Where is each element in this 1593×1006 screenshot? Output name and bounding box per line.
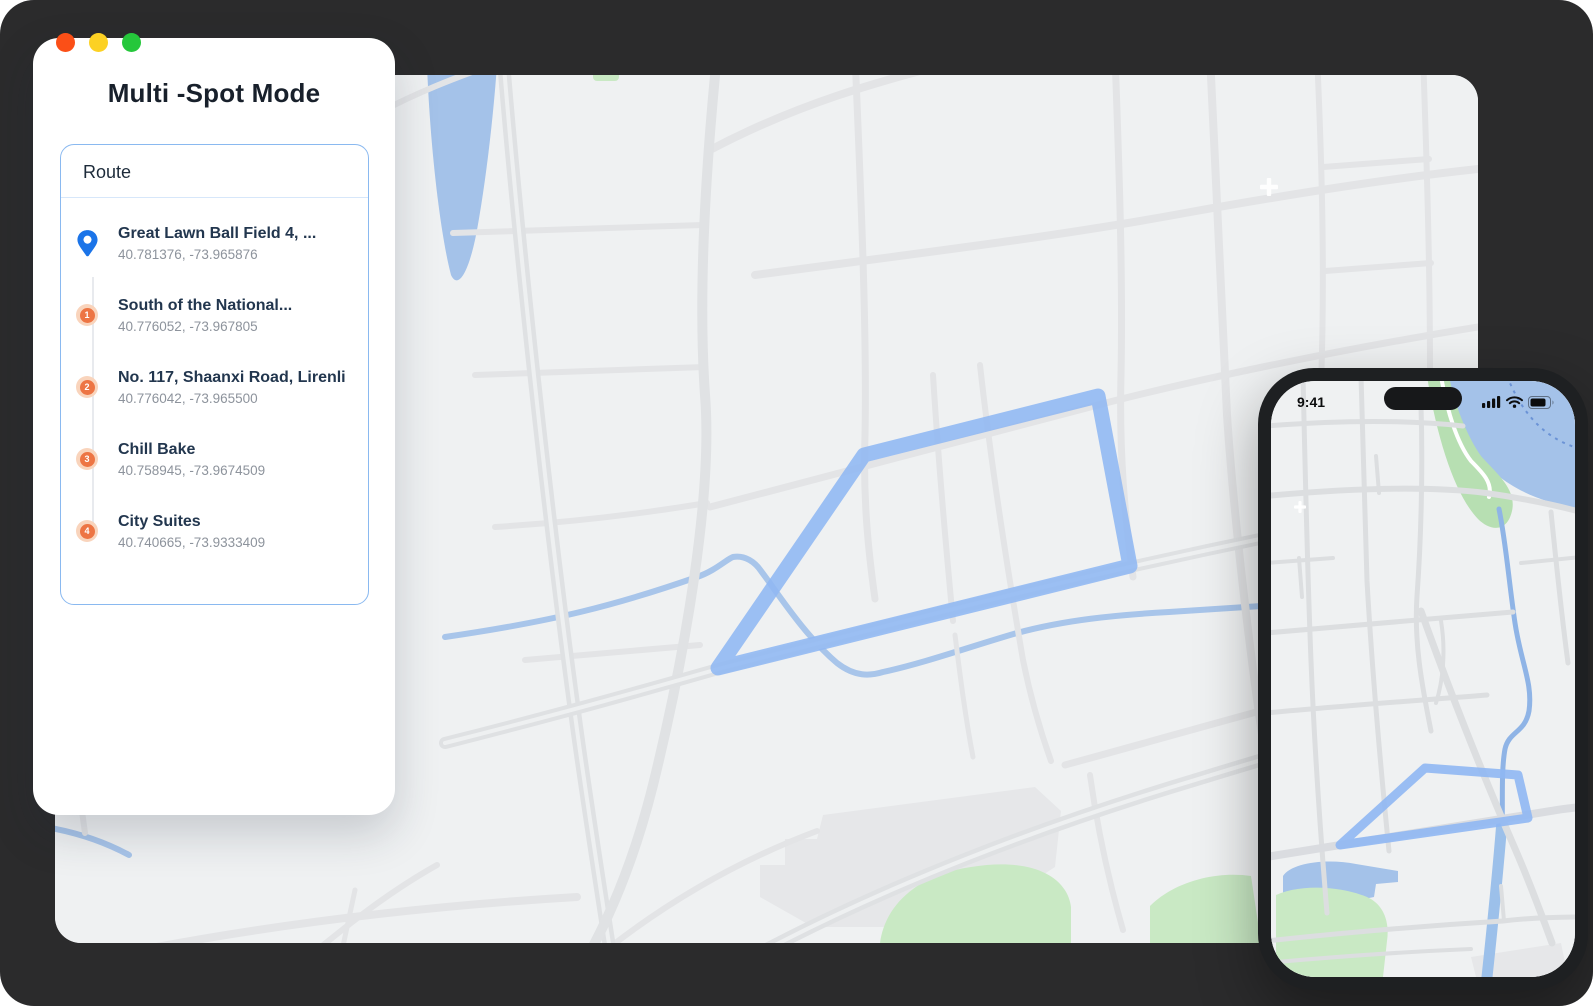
stop-name: South of the National... (118, 297, 292, 315)
stop-name: Great Lawn Ball Field 4, ... (118, 225, 316, 243)
stop-coordinates: 40.740665, -73.9333409 (118, 535, 265, 550)
stop-name: No. 117, Shaanxi Road, Lirenli (118, 369, 346, 387)
stop-name: Chill Bake (118, 441, 265, 459)
stop-coordinates: 40.776052, -73.967805 (118, 319, 292, 334)
route-stop-item[interactable]: 1 South of the National... 40.776052, -7… (69, 283, 362, 347)
waypoint-number-badge: 1 (76, 304, 98, 326)
location-pin-icon (69, 229, 105, 258)
stop-coordinates: 40.776042, -73.965500 (118, 391, 346, 406)
route-stop-item[interactable]: 2 No. 117, Shaanxi Road, Lirenli 40.7760… (69, 355, 362, 419)
route-card-header: Route (83, 162, 131, 183)
dynamic-island (1384, 387, 1462, 410)
status-time: 9:41 (1297, 394, 1325, 410)
stop-name: City Suites (118, 513, 265, 531)
app-window-mockup: Multi -Spot Mode Route Great Lawn Ball F… (0, 0, 1593, 1006)
cellular-signal-icon (1482, 396, 1501, 408)
route-panel: Multi -Spot Mode Route Great Lawn Ball F… (33, 38, 395, 815)
phone-screen: 9:41 (1271, 381, 1575, 977)
waypoint-number-badge: 2 (76, 376, 98, 398)
wifi-icon (1506, 396, 1523, 408)
waypoint-number-badge: 4 (76, 520, 98, 542)
window-controls (56, 33, 141, 52)
battery-icon (1528, 396, 1555, 409)
waypoint-number-badge: 3 (76, 448, 98, 470)
route-stop-item[interactable]: 4 City Suites 40.740665, -73.9333409 (69, 499, 362, 563)
phone-map[interactable] (1271, 381, 1575, 977)
park-area (593, 75, 619, 81)
route-stop-item[interactable]: 3 Chill Bake 40.758945, -73.9674509 (69, 427, 362, 491)
close-button[interactable] (56, 33, 75, 52)
route-stop-item[interactable]: Great Lawn Ball Field 4, ... 40.781376, … (69, 211, 362, 275)
zoom-button[interactable] (122, 33, 141, 52)
divider (61, 197, 368, 198)
stop-coordinates: 40.781376, -73.965876 (118, 247, 316, 262)
route-card: Route Great Lawn Ball Field 4, ... 40.78… (60, 144, 369, 605)
phone-mockup: 9:41 (1258, 368, 1588, 990)
page-title: Multi -Spot Mode (33, 78, 395, 109)
stop-coordinates: 40.758945, -73.9674509 (118, 463, 265, 478)
minimize-button[interactable] (89, 33, 108, 52)
